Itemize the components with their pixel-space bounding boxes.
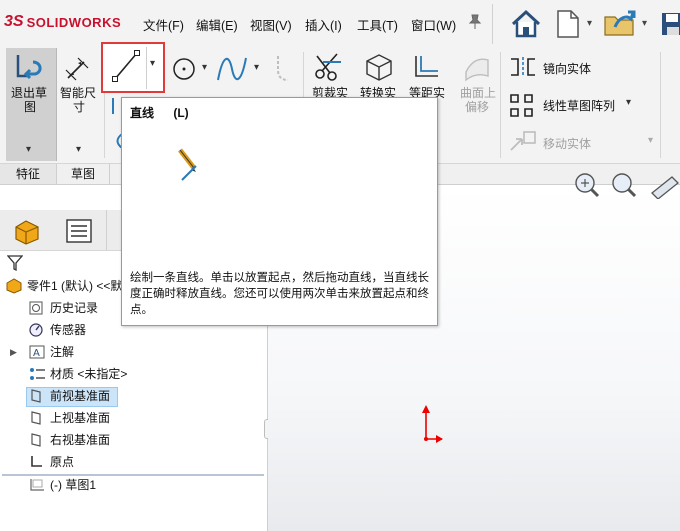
tab-sketch[interactable]: 草图 — [57, 164, 110, 184]
open-folder-icon[interactable] — [602, 6, 638, 42]
sketch-icon — [29, 478, 45, 498]
svg-text:A: A — [33, 348, 40, 359]
exit-sketch-label-2: 图 — [24, 100, 37, 114]
filter-icon[interactable] — [6, 254, 24, 275]
chevron-down-icon[interactable]: ▾ — [648, 135, 653, 146]
tooltip-description: 绘制一条直线。单击以放置起点，然后拖动直线，当直线长度正确时释放直线。您还可以使… — [130, 272, 429, 316]
tooltip-title: 直线 (L) — [130, 104, 189, 121]
tree-item-material[interactable]: 材质 <未指定> — [0, 364, 267, 384]
tree-item-origin[interactable]: 原点 — [0, 452, 267, 472]
save-icon[interactable] — [660, 6, 680, 42]
tree-item-label: 右视基准面 — [50, 433, 111, 447]
menu-window[interactable]: 窗口(W) — [411, 15, 456, 34]
tree-item-label: (-) 草图1 — [50, 478, 96, 492]
menu-insert[interactable]: 插入(I) — [305, 15, 342, 34]
chevron-down-icon[interactable]: ▾ — [76, 144, 81, 155]
part-icon — [6, 278, 22, 300]
tree-item-label: 材质 <未指定> — [50, 367, 128, 381]
chevron-down-icon[interactable]: ▾ — [626, 97, 631, 108]
tree-item-label: 前视基准面 — [50, 389, 111, 403]
pencil-cursor-icon — [176, 146, 202, 185]
menu-file[interactable]: 文件(F) — [143, 15, 184, 34]
smart-dimension-label-2: 寸 — [73, 100, 86, 114]
expand-arrow-icon[interactable]: ▶ — [10, 342, 17, 362]
tree-item-label: 原点 — [50, 455, 75, 469]
smart-dimension-icon[interactable] — [64, 56, 94, 87]
divider — [492, 4, 493, 44]
trim-entities-icon[interactable] — [313, 52, 343, 85]
tree-item-top-plane[interactable]: 上视基准面 — [0, 408, 267, 428]
mirror-entities-label[interactable]: 镜向实体 — [543, 60, 591, 77]
linear-pattern-label[interactable]: 线性草图阵列 — [543, 97, 615, 114]
tooltip-title-text: 直线 — [130, 106, 155, 120]
previous-view-icon[interactable] — [648, 171, 680, 202]
offset-entities-icon[interactable] — [412, 52, 442, 85]
new-document-icon[interactable] — [553, 6, 583, 42]
move-entities-label: 移动实体 — [543, 137, 592, 151]
chevron-down-icon[interactable]: ▾ — [26, 144, 31, 155]
chevron-down-icon[interactable]: ▾ — [202, 62, 207, 73]
circle-icon[interactable] — [172, 56, 198, 85]
tooltip-shortcut: (L) — [173, 106, 189, 120]
surface-offset-label-2: 偏移 — [465, 100, 490, 114]
plane-icon — [29, 411, 43, 431]
home-icon[interactable] — [507, 6, 545, 42]
divider — [106, 210, 107, 250]
plane-icon — [29, 433, 43, 453]
zoom-area-icon[interactable] — [610, 171, 638, 202]
tree-item-front-plane[interactable]: 前视基准面 — [0, 386, 267, 409]
logo-ds: 3S — [4, 13, 24, 30]
logo-text: SOLIDWORKS — [26, 14, 122, 30]
feature-manager-tab-icon[interactable] — [12, 215, 42, 248]
sketch-origin-icon — [418, 403, 444, 446]
tree-item-label: 历史记录 — [50, 301, 99, 315]
menu-tools[interactable]: 工具(T) — [357, 15, 398, 34]
title-bar: 3S SOLIDWORKS 文件(F) 编辑(E) 视图(V) 插入(I) 工具… — [0, 0, 680, 48]
linear-pattern-icon[interactable] — [508, 92, 538, 125]
surface-offset-icon — [462, 52, 492, 85]
chevron-down-icon[interactable]: ▾ — [587, 18, 592, 29]
pin-icon[interactable] — [468, 14, 482, 33]
solidworks-logo: 3S SOLIDWORKS — [4, 10, 121, 34]
tree-item-label: 上视基准面 — [50, 411, 111, 425]
exit-sketch-icon — [15, 52, 47, 87]
menu-edit[interactable]: 编辑(E) — [196, 15, 238, 34]
history-icon — [29, 301, 43, 321]
tab-features[interactable]: 特征 — [0, 164, 57, 184]
convert-entities-icon[interactable] — [364, 52, 394, 85]
tree-item-annotations[interactable]: ▶ A 注解 — [0, 342, 267, 362]
chevron-down-icon[interactable]: ▾ — [642, 18, 647, 29]
property-manager-tab-icon[interactable] — [66, 219, 92, 246]
spline-icon[interactable] — [215, 54, 249, 87]
tree-item-sketch1[interactable]: (-) 草图1 — [0, 475, 267, 495]
line-button[interactable]: ▾ — [101, 42, 165, 93]
line-tooltip: 直线 (L) 绘制一条直线。单击以放置起点，然后拖动直线，当直线长度正确时释放直… — [121, 97, 438, 326]
tree-root-label: 零件1 (默认) <<默 — [27, 279, 123, 293]
chevron-down-icon[interactable]: ▾ — [254, 62, 259, 73]
sketch-fillet-icon[interactable] — [274, 54, 294, 87]
chevron-down-icon[interactable]: ▾ — [150, 58, 155, 69]
menu-view[interactable]: 视图(V) — [250, 15, 292, 34]
tree-item-label: 注解 — [50, 345, 75, 359]
move-entities-icon — [508, 130, 538, 155]
divider — [146, 47, 147, 89]
plane-icon — [29, 389, 43, 409]
divider — [500, 52, 501, 158]
exit-sketch-button[interactable]: 退出草 图 ▾ — [6, 48, 57, 161]
mirror-entities-icon[interactable] — [508, 56, 538, 81]
material-icon — [28, 366, 46, 388]
annotation-icon: A — [29, 345, 45, 365]
tree-item-right-plane[interactable]: 右视基准面 — [0, 430, 267, 450]
tree-item-label: 传感器 — [50, 323, 87, 337]
line-icon — [111, 49, 141, 88]
origin-icon — [29, 455, 43, 475]
sensor-icon — [29, 323, 43, 343]
divider — [660, 52, 661, 158]
zoom-to-fit-icon[interactable] — [573, 171, 601, 202]
